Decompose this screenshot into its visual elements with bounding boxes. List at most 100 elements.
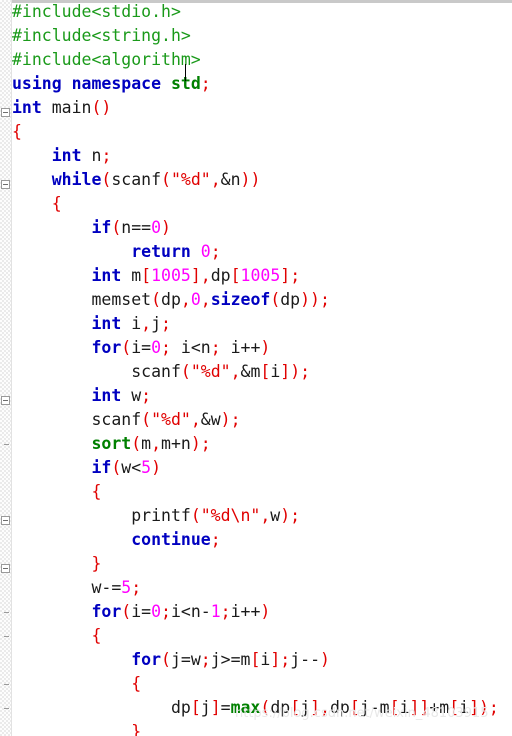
code-line[interactable]: int main()	[12, 96, 111, 120]
token-op: ++	[240, 602, 261, 621]
token-punct: )	[320, 650, 330, 669]
token-type: int	[91, 266, 122, 285]
token-op: -	[200, 602, 211, 621]
code-line[interactable]: using namespace std;	[12, 72, 211, 96]
fold-collapse-marker[interactable]	[1, 396, 10, 405]
code-line[interactable]: w-=5;	[12, 576, 141, 600]
token-type: int	[51, 146, 82, 165]
code-line[interactable]: while(scanf("%d",&n))	[12, 168, 261, 192]
token-kw: for	[91, 338, 122, 357]
code-line[interactable]: int w;	[12, 384, 151, 408]
code-line[interactable]: {	[12, 480, 101, 504]
token-num: 0	[151, 218, 162, 237]
token-op: <	[180, 602, 191, 621]
code-line[interactable]: for(i=0; i<n; i++)	[12, 336, 270, 360]
token-plain: dp	[210, 266, 231, 285]
code-line[interactable]: int n;	[12, 144, 112, 168]
token-plain: i	[170, 338, 191, 357]
fold-collapse-marker[interactable]	[1, 564, 10, 573]
token-punct: ,	[151, 434, 162, 453]
token-punct: ;	[200, 74, 211, 93]
code-line[interactable]: int i,j;	[12, 312, 171, 336]
token-punct: )	[151, 458, 162, 477]
token-punct: ,	[141, 314, 152, 333]
code-line[interactable]: if(w<5)	[12, 456, 161, 480]
token-plain: i	[220, 338, 241, 357]
token-punct: );	[190, 434, 211, 453]
code-line[interactable]: {	[12, 624, 101, 648]
token-punct: );	[220, 410, 241, 429]
token-op: &	[240, 362, 251, 381]
token-punct: (	[161, 170, 171, 189]
code-folding-gutter[interactable]	[0, 0, 12, 736]
token-plain: m	[250, 362, 261, 381]
code-text-area[interactable]: #include<stdio.h> #include<string.h> #incl…	[12, 0, 512, 736]
token-punct: {	[91, 482, 102, 501]
token-plain: dp	[12, 698, 191, 717]
code-line[interactable]: {	[12, 120, 22, 144]
token-plain: scanf	[12, 362, 181, 381]
token-punct: ;	[200, 650, 211, 669]
token-punct: {	[131, 674, 142, 693]
token-plain: i	[260, 650, 271, 669]
code-line[interactable]: }	[12, 552, 101, 576]
token-punct: ];	[280, 266, 301, 285]
fold-collapse-marker[interactable]	[1, 180, 10, 189]
token-std: sort	[91, 434, 132, 453]
code-line[interactable]: continue;	[12, 528, 220, 552]
token-punct: (	[190, 506, 201, 525]
token-punct: (	[121, 602, 132, 621]
code-line[interactable]: {	[12, 192, 62, 216]
code-line[interactable]: for(j=w;j>=m[i];j--)	[12, 648, 330, 672]
token-punct: ]);	[280, 362, 311, 381]
code-line[interactable]: scanf("%d",&m[i]);	[12, 360, 310, 384]
token-plain: i	[170, 602, 181, 621]
token-kw: if	[91, 218, 112, 237]
code-line[interactable]: if(n==0)	[12, 216, 171, 240]
code-line[interactable]: }	[12, 720, 141, 736]
token-op: &	[200, 410, 211, 429]
code-line[interactable]: return 0;	[12, 240, 220, 264]
code-line[interactable]: scanf("%d",&w);	[12, 408, 241, 432]
fold-range-tick	[4, 684, 9, 685]
code-line[interactable]: {	[12, 672, 141, 696]
token-punct: [	[141, 266, 152, 285]
token-punct: {	[51, 194, 62, 213]
fold-collapse-marker[interactable]	[1, 108, 10, 117]
code-line[interactable]: int m[1005],dp[1005];	[12, 264, 300, 288]
token-plain: w	[210, 410, 221, 429]
fold-collapse-marker[interactable]	[1, 516, 10, 525]
token-plain: n	[121, 218, 132, 237]
token-plain: w	[121, 386, 142, 405]
code-line[interactable]: #include<algorithm>	[12, 48, 201, 72]
token-op: >=	[220, 650, 241, 669]
code-line[interactable]: memset(dp,0,sizeof(dp));	[12, 288, 329, 312]
code-line[interactable]: #include<stdio.h>	[12, 0, 181, 24]
code-line[interactable]: #include<string.h>	[12, 24, 191, 48]
token-plain: i	[131, 602, 142, 621]
token-num: 1005	[151, 266, 191, 285]
code-line[interactable]: sort(m,m+n);	[12, 432, 211, 456]
token-plain: i	[131, 338, 142, 357]
token-punct: );	[280, 506, 301, 525]
token-punct: ;	[161, 314, 171, 333]
code-line[interactable]: for(i=0;i<n-1;i++)	[12, 600, 270, 624]
code-line[interactable]: printf("%d\n",w);	[12, 504, 300, 528]
token-op: --	[300, 650, 321, 669]
token-punct: ,	[260, 506, 271, 525]
token-op: =	[141, 338, 152, 357]
token-plain: w	[121, 458, 132, 477]
token-punct: ;	[141, 386, 152, 405]
token-op: <	[190, 338, 201, 357]
token-punct: (	[151, 290, 162, 309]
